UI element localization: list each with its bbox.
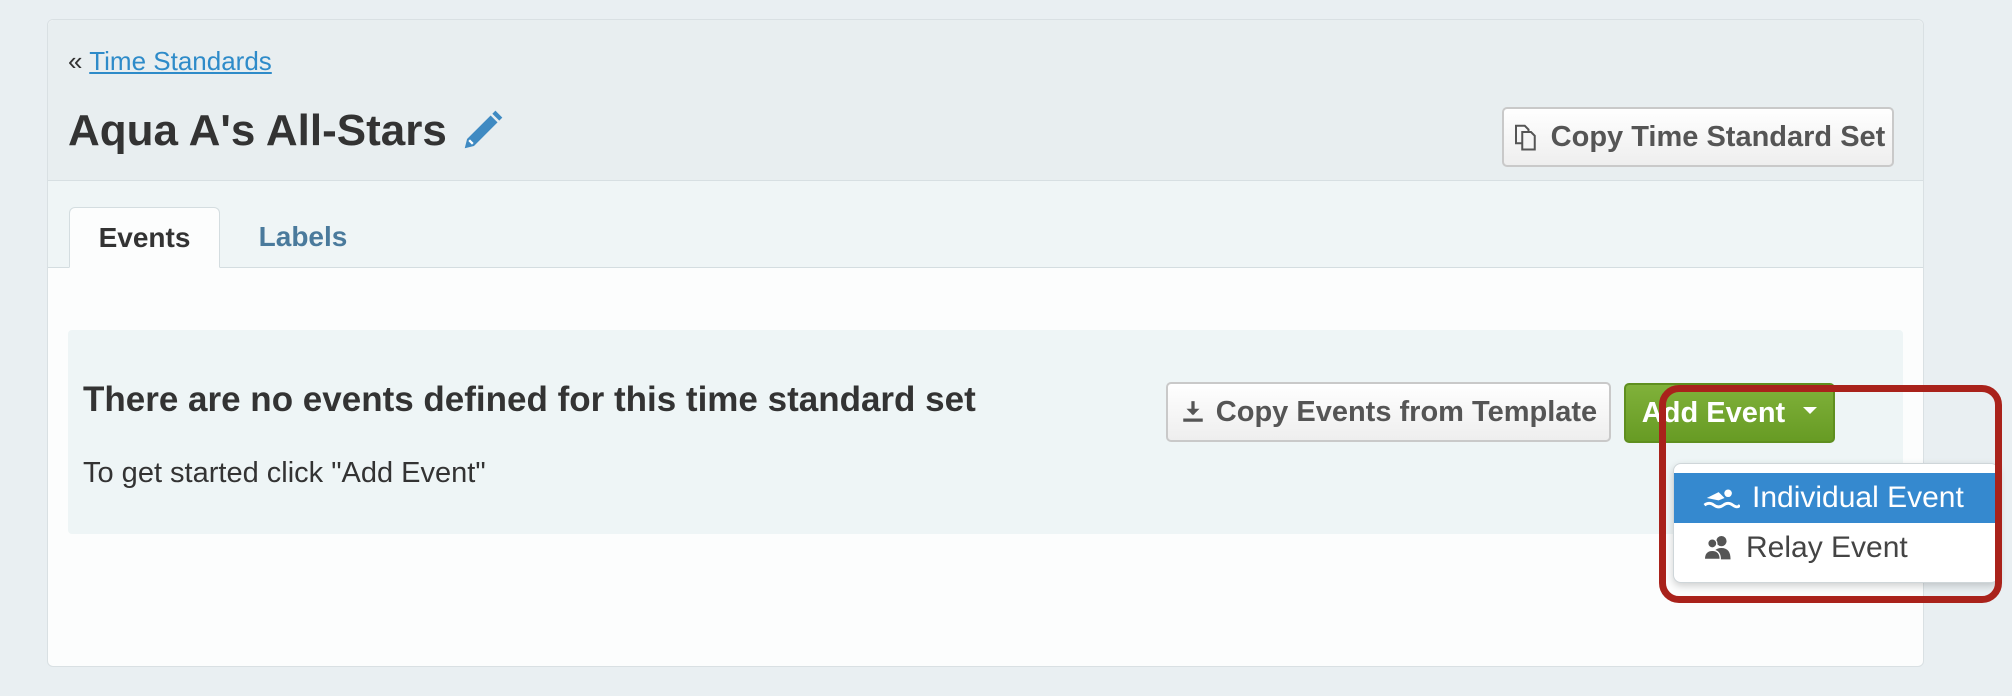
tab-labels[interactable]: Labels bbox=[228, 207, 378, 267]
menu-item-relay-event[interactable]: Relay Event bbox=[1674, 523, 1998, 573]
breadcrumb-prefix: « bbox=[68, 46, 83, 76]
relay-users-icon bbox=[1702, 534, 1734, 562]
tab-events[interactable]: Events bbox=[69, 207, 220, 268]
download-icon bbox=[1180, 398, 1206, 426]
copy-events-from-template-button[interactable]: Copy Events from Template bbox=[1166, 382, 1611, 442]
page-title: Aqua A's All-Stars bbox=[68, 106, 447, 155]
add-event-label: Add Event bbox=[1641, 396, 1786, 429]
copy-documents-icon bbox=[1511, 122, 1541, 152]
swimmer-icon bbox=[1702, 485, 1740, 511]
breadcrumb: « Time Standards bbox=[68, 46, 272, 77]
copy-time-standard-set-button[interactable]: Copy Time Standard Set bbox=[1502, 107, 1894, 167]
time-standard-panel: « Time Standards Aqua A's All-Stars Copy… bbox=[47, 19, 1924, 667]
tab-events-label: Events bbox=[98, 221, 191, 253]
add-event-button[interactable]: Add Event bbox=[1624, 383, 1835, 443]
copy-events-label: Copy Events from Template bbox=[1215, 395, 1598, 428]
menu-item-relay-event-label: Relay Event bbox=[1746, 531, 1908, 564]
tab-labels-label: Labels bbox=[258, 221, 348, 252]
copy-time-standard-set-label: Copy Time Standard Set bbox=[1550, 120, 1886, 153]
empty-state-subtitle: To get started click "Add Event" bbox=[83, 457, 486, 489]
tabs-bar: Events Labels bbox=[48, 181, 1923, 268]
add-event-dropdown-menu: Individual Event Relay Event bbox=[1673, 463, 1999, 583]
empty-state-title: There are no events defined for this tim… bbox=[83, 380, 976, 419]
caret-down-icon bbox=[1803, 406, 1818, 414]
menu-item-individual-event-label: Individual Event bbox=[1752, 481, 1964, 514]
pencil-edit-icon[interactable] bbox=[459, 108, 505, 154]
panel-header: « Time Standards Aqua A's All-Stars Copy… bbox=[48, 20, 1923, 181]
breadcrumb-link-time-standards[interactable]: Time Standards bbox=[89, 46, 272, 76]
menu-item-individual-event[interactable]: Individual Event bbox=[1674, 473, 1998, 523]
title-row: Aqua A's All-Stars bbox=[68, 106, 505, 156]
